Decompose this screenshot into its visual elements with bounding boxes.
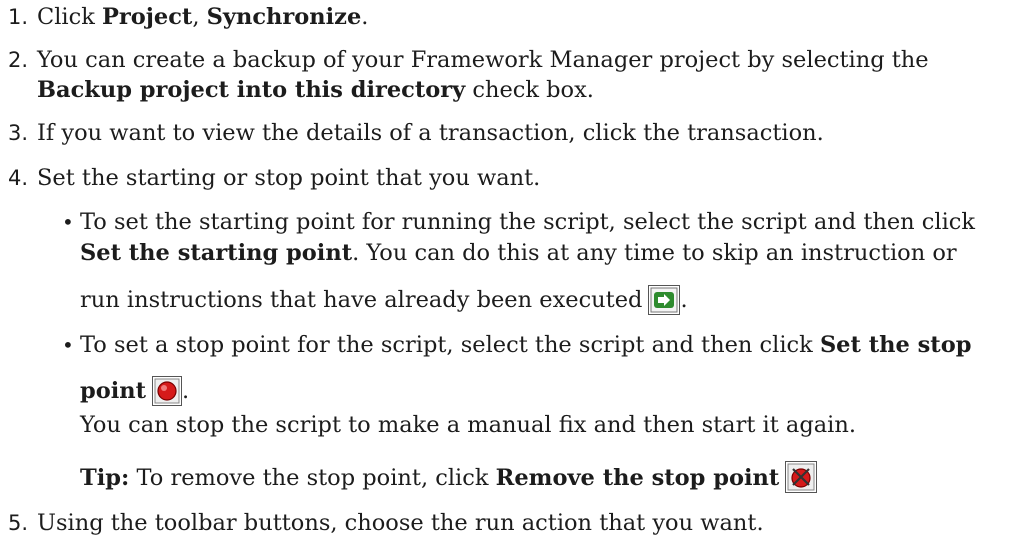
- step-text: Set the starting or stop point that you …: [37, 165, 541, 191]
- step-number: 4.: [8, 166, 29, 190]
- tip: Tip: To remove the stop point, click Rem…: [80, 461, 818, 493]
- set-stop-label: Set the stop: [819, 332, 972, 358]
- step-text-cont: Backup project into this directory check…: [37, 77, 594, 103]
- menu-project: Project: [102, 4, 193, 30]
- step-text: You can create a backup of your Framewor…: [37, 47, 929, 73]
- bullet-text-cont: Set the starting point. You can do this …: [80, 240, 957, 266]
- step-text: Using the toolbar buttons, choose the ru…: [37, 510, 764, 536]
- step-number: 5.: [8, 511, 29, 535]
- document-body: 1. Click Project, Synchronize. 2. You ca…: [0, 0, 1024, 546]
- bullet-text-cont: run instructions that have already been …: [80, 285, 688, 315]
- menu-synchronize: Synchronize: [206, 4, 362, 30]
- set-starting-point-label: Set the starting point: [80, 240, 353, 266]
- step-number: 2.: [8, 48, 29, 72]
- bullet-marker: •: [62, 210, 74, 234]
- set-stop-label-cont: point: [80, 378, 147, 404]
- bullet-text: To set a stop point for the script, sele…: [80, 332, 972, 358]
- bullet-para: You can stop the script to make a manual…: [80, 412, 856, 438]
- remove-stop-point-icon: [785, 461, 818, 493]
- set-starting-point-icon: [648, 285, 681, 315]
- step-number: 3.: [8, 121, 29, 145]
- step-text: Click Project, Synchronize.: [37, 4, 369, 30]
- bullet-marker: •: [62, 333, 74, 357]
- step-number: 1.: [8, 5, 29, 29]
- bullet-text-cont: point.: [80, 376, 190, 406]
- step-text: If you want to view the details of a tra…: [37, 120, 824, 146]
- tip-label: Tip:: [80, 465, 130, 491]
- backup-option-label: Backup project into this directory: [37, 77, 466, 103]
- stop-point-icon: [152, 376, 183, 406]
- remove-stop-point-label: Remove the stop point: [495, 465, 780, 491]
- bullet-text: To set the starting point for running th…: [80, 209, 976, 235]
